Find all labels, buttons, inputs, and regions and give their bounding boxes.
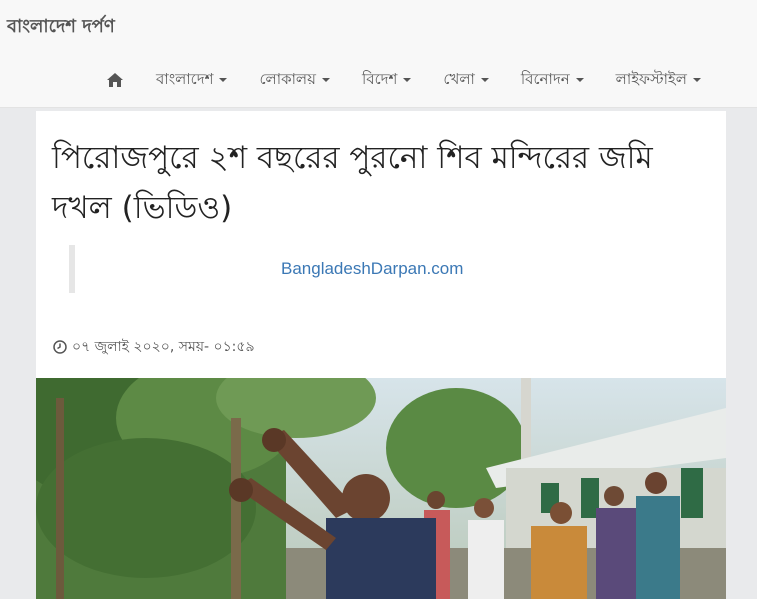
home-icon (107, 73, 123, 87)
nav-item-label: লাইফস্টাইল (615, 69, 687, 88)
nav-item-label: বাংলাদেশ (156, 69, 214, 88)
article-photo-image (36, 378, 726, 599)
blockquote-bar (69, 245, 75, 293)
nav-item-khela[interactable]: খেলা (443, 68, 489, 93)
nav-item-bangladesh[interactable]: বাংলাদেশ (156, 68, 228, 93)
clock-icon (53, 340, 67, 354)
nav-item-label: বিনোদন (520, 69, 570, 88)
home-button[interactable] (104, 69, 126, 91)
top-navbar: বাংলাদেশ দর্পণ বাংলাদেশ লোকালয় বিদেশ খে… (0, 0, 757, 108)
main-nav: বাংলাদেশ লোকালয় বিদেশ খেলা বিনোদন লাইফস… (104, 66, 701, 94)
caret-down-icon (321, 78, 330, 82)
nav-item-label: খেলা (443, 69, 475, 88)
nav-item-label: বিদেশ (361, 69, 398, 88)
article-datetime: ০৭ জুলাই ২০২০, সময়- ০১:৫৯ (72, 339, 255, 355)
caret-down-icon (480, 78, 489, 82)
nav-item-lokaloy[interactable]: লোকালয় (259, 68, 330, 93)
article-photo (36, 378, 726, 599)
caret-down-icon (575, 78, 584, 82)
nav-item-lifestyle[interactable]: লাইফস্টাইল (616, 68, 701, 93)
article-card: পিরোজপুরে ২শ বছরের পুরনো শিব মন্দিরের জম… (36, 111, 726, 599)
site-brand[interactable]: বাংলাদেশ দর্পণ (7, 12, 115, 43)
caret-down-icon (692, 78, 701, 82)
source-link[interactable]: BangladeshDarpan.com (281, 259, 463, 279)
caret-down-icon (219, 78, 228, 82)
article-title: পিরোজপুরে ২শ বছরের পুরনো শিব মন্দিরের জম… (52, 140, 653, 226)
article-meta: ০৭ জুলাই ২০২০, সময়- ০১:৫৯ (53, 335, 255, 359)
nav-item-bidesh[interactable]: বিদেশ (361, 68, 412, 93)
nav-item-binodon[interactable]: বিনোদন (521, 68, 584, 93)
caret-down-icon (403, 78, 412, 82)
nav-item-label: লোকালয় (259, 69, 316, 88)
